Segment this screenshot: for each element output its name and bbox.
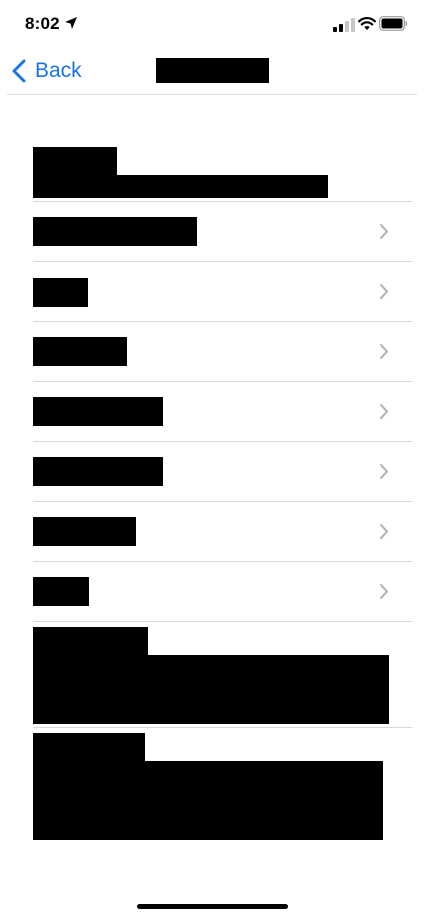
header-subtitle-redacted <box>33 175 328 198</box>
header-title-redacted <box>33 147 117 177</box>
nav-divider <box>7 94 417 95</box>
battery-icon <box>379 16 408 31</box>
info-block-1-body-redacted <box>33 655 389 724</box>
chevron-right-icon <box>380 404 388 419</box>
list-row-1-label-redacted <box>33 217 197 246</box>
chevron-right-icon <box>380 224 388 239</box>
chevron-right-icon <box>380 524 388 539</box>
list-row-2[interactable] <box>33 262 412 321</box>
list-row-6-label-redacted <box>33 517 136 546</box>
chevron-right-icon <box>380 584 388 599</box>
row-divider <box>33 727 412 728</box>
page-title-redacted <box>156 58 269 83</box>
back-button[interactable]: Back <box>10 56 82 86</box>
info-block-1-title-redacted <box>33 627 148 657</box>
list-row-5-label-redacted <box>33 457 163 486</box>
home-indicator[interactable] <box>137 904 288 909</box>
info-block-2-title-redacted <box>33 733 145 763</box>
list-row-4-label-redacted <box>33 397 163 426</box>
list-row-3-label-redacted <box>33 337 127 366</box>
list-row-7-label-redacted <box>33 577 89 606</box>
status-time: 8:02 <box>25 14 60 33</box>
chevron-left-icon <box>12 59 26 83</box>
list-row-2-label-redacted <box>33 278 88 307</box>
chevron-right-icon <box>380 344 388 359</box>
back-label: Back <box>35 59 82 82</box>
list-row-7[interactable] <box>33 562 412 621</box>
status-bar: 8:02 <box>0 0 424 48</box>
chevron-right-icon <box>380 284 388 299</box>
location-arrow-icon <box>65 17 77 29</box>
wifi-icon <box>358 17 376 30</box>
chevron-right-icon <box>380 464 388 479</box>
navigation-bar: Back <box>0 48 424 94</box>
row-divider <box>33 621 412 622</box>
cellular-signal-icon <box>333 18 355 32</box>
info-block-2-body-redacted <box>33 761 383 840</box>
